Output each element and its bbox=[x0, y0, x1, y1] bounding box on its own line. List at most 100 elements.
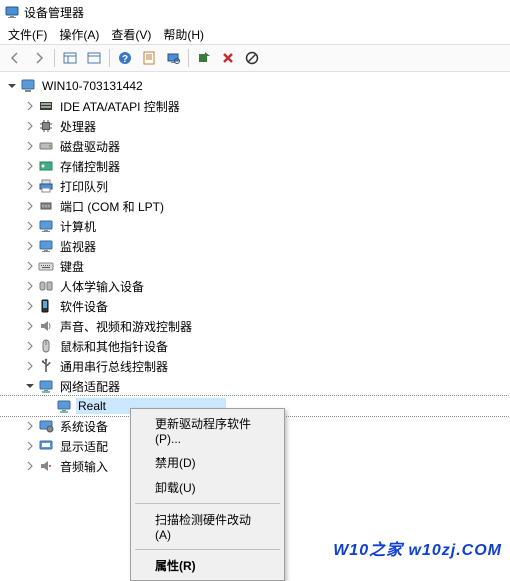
node-label: 声音、视频和游戏控制器 bbox=[58, 317, 194, 336]
device-icon bbox=[38, 418, 54, 434]
scan-button[interactable] bbox=[162, 47, 184, 69]
ctx-scan-hardware[interactable]: 扫描检测硬件改动(A) bbox=[133, 507, 282, 546]
uninstall-button[interactable] bbox=[217, 47, 239, 69]
device-icon bbox=[38, 278, 54, 294]
chevron-right-icon[interactable] bbox=[24, 160, 36, 172]
disable-button[interactable] bbox=[241, 47, 263, 69]
device-icon bbox=[38, 378, 54, 394]
node-label: 系统设备 bbox=[58, 417, 110, 436]
view2-button[interactable] bbox=[83, 47, 105, 69]
node-label: WIN10-703131442 bbox=[40, 78, 145, 94]
device-icon bbox=[38, 218, 54, 234]
node-label: 监视器 bbox=[58, 237, 98, 256]
node-label: 鼠标和其他指针设备 bbox=[58, 337, 170, 356]
view-button[interactable] bbox=[59, 47, 81, 69]
tree-node[interactable]: 软件设备 bbox=[0, 296, 510, 316]
chevron-down-icon[interactable] bbox=[6, 80, 18, 92]
node-label: 显示适配 bbox=[58, 437, 110, 456]
node-label: IDE ATA/ATAPI 控制器 bbox=[58, 97, 182, 116]
device-icon bbox=[38, 458, 54, 474]
tree-node[interactable]: 网络适配器 bbox=[0, 376, 510, 396]
menu-view[interactable]: 查看(V) bbox=[105, 24, 157, 45]
node-label: 通用串行总线控制器 bbox=[58, 357, 170, 376]
network-adapter-icon bbox=[56, 398, 72, 414]
chevron-right-icon[interactable] bbox=[24, 240, 36, 252]
tree-node[interactable]: IDE ATA/ATAPI 控制器 bbox=[0, 96, 510, 116]
tree-node[interactable]: 通用串行总线控制器 bbox=[0, 356, 510, 376]
device-icon bbox=[38, 338, 54, 354]
ctx-properties[interactable]: 属性(R) bbox=[133, 553, 282, 578]
tree-node[interactable]: 键盘 bbox=[0, 256, 510, 276]
device-icon bbox=[38, 178, 54, 194]
ctx-update-driver[interactable]: 更新驱动程序软件(P)... bbox=[133, 411, 282, 450]
device-icon bbox=[38, 158, 54, 174]
chevron-right-icon[interactable] bbox=[24, 260, 36, 272]
chevron-down-icon[interactable] bbox=[24, 380, 36, 392]
device-icon bbox=[38, 118, 54, 134]
chevron-right-icon[interactable] bbox=[24, 220, 36, 232]
properties-button[interactable] bbox=[138, 47, 160, 69]
toolbar-separator bbox=[188, 49, 189, 67]
back-button[interactable] bbox=[4, 47, 26, 69]
node-label: 软件设备 bbox=[58, 297, 110, 316]
chevron-right-icon[interactable] bbox=[24, 320, 36, 332]
ctx-uninstall[interactable]: 卸载(U) bbox=[133, 475, 282, 500]
node-label: 处理器 bbox=[58, 117, 98, 136]
chevron-right-icon[interactable] bbox=[24, 280, 36, 292]
tree-node[interactable]: 声音、视频和游戏控制器 bbox=[0, 316, 510, 336]
node-label: 人体学输入设备 bbox=[58, 277, 146, 296]
tree-node[interactable]: 计算机 bbox=[0, 216, 510, 236]
ctx-separator bbox=[135, 549, 280, 550]
chevron-right-icon[interactable] bbox=[24, 180, 36, 192]
toolbar: ? bbox=[0, 44, 510, 72]
chevron-right-icon[interactable] bbox=[24, 140, 36, 152]
chevron-right-icon[interactable] bbox=[24, 120, 36, 132]
device-icon bbox=[38, 358, 54, 374]
tree-node[interactable]: 存储控制器 bbox=[0, 156, 510, 176]
help-button[interactable]: ? bbox=[114, 47, 136, 69]
device-icon bbox=[38, 98, 54, 114]
device-icon bbox=[38, 198, 54, 214]
ctx-disable[interactable]: 禁用(D) bbox=[133, 450, 282, 475]
tree-node[interactable]: 监视器 bbox=[0, 236, 510, 256]
svg-text:?: ? bbox=[122, 54, 128, 65]
chevron-right-icon[interactable] bbox=[24, 200, 36, 212]
title-bar: 设备管理器 bbox=[0, 0, 510, 24]
window-title: 设备管理器 bbox=[24, 4, 84, 21]
app-icon bbox=[4, 4, 20, 20]
device-icon bbox=[38, 438, 54, 454]
tree-node[interactable]: 打印队列 bbox=[0, 176, 510, 196]
node-label: 键盘 bbox=[58, 257, 86, 276]
ctx-separator bbox=[135, 503, 280, 504]
device-icon bbox=[38, 258, 54, 274]
tree-node[interactable]: 处理器 bbox=[0, 116, 510, 136]
node-label: 磁盘驱动器 bbox=[58, 137, 122, 156]
toolbar-separator bbox=[109, 49, 110, 67]
menu-bar: 文件(F) 操作(A) 查看(V) 帮助(H) bbox=[0, 24, 510, 44]
menu-action[interactable]: 操作(A) bbox=[53, 24, 105, 45]
chevron-right-icon[interactable] bbox=[24, 420, 36, 432]
update-driver-button[interactable] bbox=[193, 47, 215, 69]
context-menu: 更新驱动程序软件(P)... 禁用(D) 卸载(U) 扫描检测硬件改动(A) 属… bbox=[130, 408, 285, 581]
chevron-right-icon[interactable] bbox=[24, 360, 36, 372]
node-label: 网络适配器 bbox=[58, 377, 122, 396]
node-label: 计算机 bbox=[58, 217, 98, 236]
chevron-right-icon[interactable] bbox=[24, 100, 36, 112]
device-icon bbox=[38, 298, 54, 314]
chevron-right-icon[interactable] bbox=[24, 340, 36, 352]
tree-node[interactable]: 磁盘驱动器 bbox=[0, 136, 510, 156]
menu-file[interactable]: 文件(F) bbox=[2, 24, 53, 45]
tree-node[interactable]: 鼠标和其他指针设备 bbox=[0, 336, 510, 356]
chevron-right-icon[interactable] bbox=[24, 440, 36, 452]
tree-node[interactable]: 人体学输入设备 bbox=[0, 276, 510, 296]
tree-node[interactable]: 端口 (COM 和 LPT) bbox=[0, 196, 510, 216]
chevron-right-icon[interactable] bbox=[24, 460, 36, 472]
node-label: 端口 (COM 和 LPT) bbox=[58, 197, 166, 216]
forward-button[interactable] bbox=[28, 47, 50, 69]
device-icon bbox=[38, 318, 54, 334]
chevron-right-icon[interactable] bbox=[24, 300, 36, 312]
node-label: 音频输入 bbox=[58, 457, 110, 476]
tree-root[interactable]: WIN10-703131442 bbox=[0, 76, 510, 96]
menu-help[interactable]: 帮助(H) bbox=[157, 24, 210, 45]
node-label: 打印队列 bbox=[58, 177, 110, 196]
